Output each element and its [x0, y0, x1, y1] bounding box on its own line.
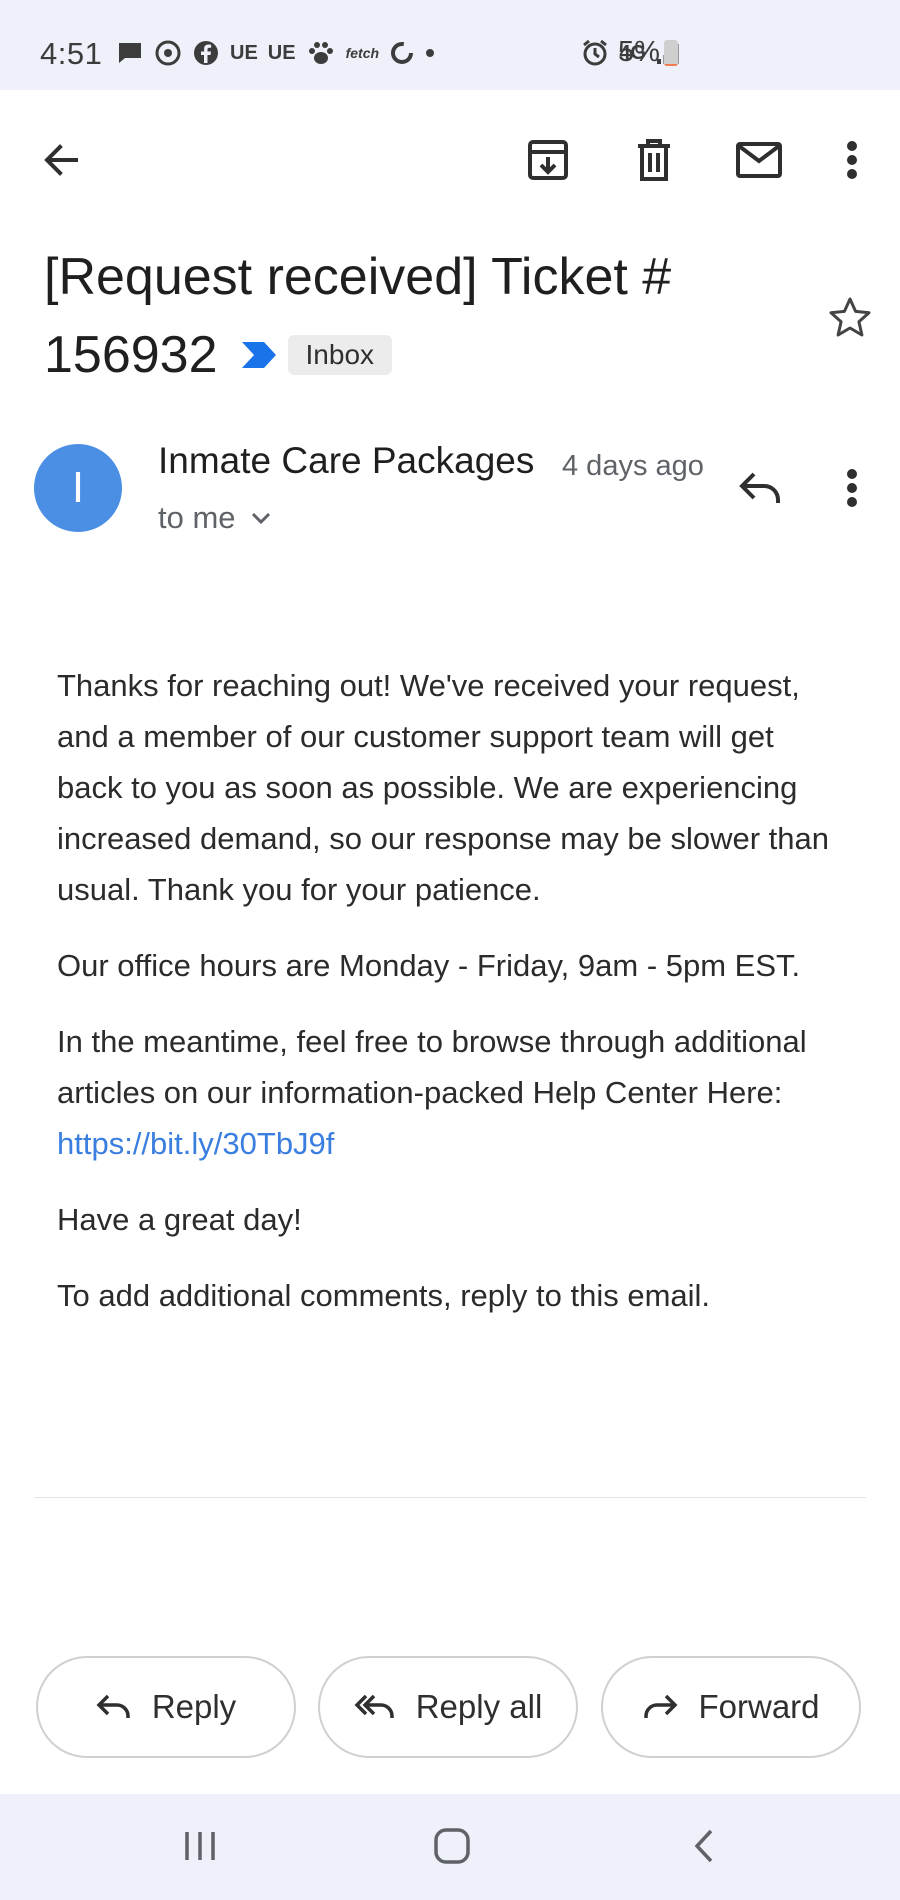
reply-all-icon — [354, 1693, 396, 1721]
sender-name: Inmate Care Packages — [158, 440, 535, 481]
subject-line-1: [Request received] Ticket # — [44, 248, 672, 306]
body-paragraph: Have a great day! — [57, 1202, 302, 1237]
mark-unread-icon — [735, 141, 783, 179]
message-more-button[interactable] — [820, 456, 884, 520]
subject-line-2: 156932 — [44, 326, 218, 384]
body-paragraph: Thanks for reaching out! We've received … — [57, 668, 829, 907]
alarm-icon — [581, 38, 609, 68]
recent-apps-icon — [182, 1830, 218, 1862]
star-icon — [828, 296, 872, 340]
more-vert-icon — [846, 468, 858, 508]
email-subject: [Request received] Ticket # 156932 Inbox — [44, 238, 784, 394]
delete-button[interactable] — [622, 128, 686, 192]
body-text: In the meantime, feel free to browse thr… — [57, 1024, 807, 1110]
battery-fill — [663, 64, 678, 66]
ue-icon: UE — [267, 41, 296, 64]
battery-percent: 5% — [618, 36, 660, 68]
system-back-button[interactable] — [664, 1816, 744, 1876]
dot-icon — [425, 38, 435, 68]
forward-button[interactable]: Forward — [601, 1656, 861, 1758]
reply-all-label: Reply all — [415, 1688, 543, 1725]
system-nav-bar — [0, 1794, 900, 1900]
email-screen: 4:51 UE UE fetch 4G 5% [Request received… — [0, 0, 900, 1900]
home-icon — [433, 1827, 471, 1865]
reply-button[interactable]: Reply — [36, 1656, 296, 1758]
archive-icon — [526, 138, 570, 182]
message-body: Thanks for reaching out! We've received … — [57, 660, 847, 1346]
more-vert-icon — [846, 140, 858, 180]
sync-icon — [389, 38, 415, 68]
paw-icon — [306, 38, 336, 68]
back-icon — [692, 1828, 716, 1864]
ue-icon: UE — [230, 41, 258, 64]
forward-icon — [642, 1693, 678, 1721]
back-button[interactable] — [28, 128, 92, 192]
archive-button[interactable] — [516, 128, 580, 192]
quick-reply-button[interactable] — [728, 456, 792, 520]
messenger-icon — [154, 38, 182, 68]
forward-label: Forward — [698, 1688, 820, 1725]
reply-all-button[interactable]: Reply all — [318, 1656, 578, 1758]
more-options-button[interactable] — [820, 128, 884, 192]
sender-avatar[interactable]: I — [34, 444, 122, 532]
battery-indicator: 5% — [618, 36, 678, 69]
facebook-icon — [192, 38, 220, 68]
fetch-icon: fetch — [345, 45, 380, 61]
reply-icon — [96, 1693, 132, 1721]
mark-unread-button[interactable] — [727, 128, 791, 192]
home-button[interactable] — [412, 1816, 492, 1876]
reply-label: Reply — [151, 1688, 237, 1725]
body-paragraph: In the meantime, feel free to browse thr… — [57, 1016, 847, 1169]
subject-line-2-row: 156932 Inbox — [44, 316, 784, 394]
notification-icons: UE UE fetch — [116, 38, 435, 68]
body-paragraph: Our office hours are Monday - Friday, 9a… — [57, 948, 801, 983]
body-paragraph: To add additional comments, reply to thi… — [57, 1278, 711, 1313]
status-time: 4:51 — [40, 36, 103, 71]
star-button[interactable] — [818, 286, 882, 350]
sent-time: 4 days ago — [562, 450, 704, 482]
divider — [34, 1497, 866, 1498]
battery-icon — [663, 39, 678, 66]
message-actions: Reply Reply all Forward — [0, 1656, 900, 1760]
status-bar: 4:51 UE UE fetch 4G 5% — [0, 0, 900, 90]
inbox-label-chip[interactable]: Inbox — [287, 335, 393, 375]
recipient-details-toggle[interactable]: to me — [158, 500, 272, 536]
importance-marker-icon — [240, 340, 278, 370]
recipient-label: to me — [158, 500, 236, 535]
back-arrow-icon — [40, 140, 80, 180]
reply-icon — [738, 470, 782, 506]
delete-icon — [634, 138, 674, 182]
help-center-link[interactable]: https://bit.ly/30TbJ9f — [57, 1126, 334, 1161]
message-icon — [116, 38, 144, 68]
recent-apps-button[interactable] — [160, 1816, 240, 1876]
chevron-down-icon — [250, 511, 272, 525]
